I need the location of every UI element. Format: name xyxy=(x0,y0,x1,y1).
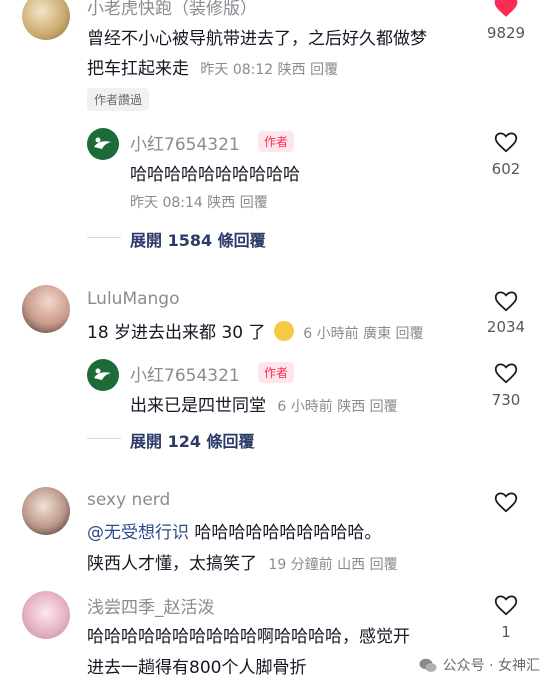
comment-text: 18 岁进去出来都 30 了 6 小時前 廣東 回覆 xyxy=(87,318,424,343)
heart-outline-icon[interactable] xyxy=(493,593,519,617)
expand-replies-button[interactable]: 展開 124 條回覆 xyxy=(130,428,255,452)
reply-username[interactable]: 小红7654321 xyxy=(130,130,240,155)
author-badge: 作者 xyxy=(258,362,295,383)
comment-username[interactable]: 浅尝四季_赵活泼 xyxy=(87,593,215,618)
avatar-logo-icon xyxy=(94,137,111,149)
avatar[interactable] xyxy=(22,285,70,333)
avatar[interactable] xyxy=(22,487,70,535)
comment-text: 曾经不小心被导航带进去了，之后好久都做梦 xyxy=(87,29,427,49)
reply-text-content: 出来已是四世同堂 xyxy=(130,396,266,416)
reply-meta[interactable]: 昨天 08:14 陕西 回覆 xyxy=(130,192,268,212)
heart-outline-icon[interactable] xyxy=(493,361,519,385)
heart-outline-icon[interactable] xyxy=(493,289,519,313)
expand-replies-button[interactable]: 展開 1584 條回覆 xyxy=(130,227,266,251)
emoji-icon xyxy=(273,321,294,341)
comment-username[interactable]: LuluMango xyxy=(87,289,180,309)
heart-outline-icon[interactable] xyxy=(493,490,519,514)
like-count: 602 xyxy=(491,160,521,178)
reply-meta[interactable]: 6 小時前 陕西 回覆 xyxy=(277,399,397,415)
like-count: 2034 xyxy=(486,318,526,336)
comment-text-line2: 把车扛起来走 xyxy=(87,59,189,79)
avatar[interactable] xyxy=(87,128,119,160)
comment-text: @无受想行识 哈哈哈哈哈哈哈哈哈哈。 xyxy=(87,518,381,543)
avatar[interactable] xyxy=(22,0,70,40)
watermark-text: 公众号 · 女神汇 xyxy=(442,658,540,674)
avatar[interactable] xyxy=(87,359,119,391)
like-count: 1 xyxy=(501,623,511,641)
comment-text: 哈哈哈哈哈哈哈哈哈哈啊哈哈哈哈，感觉开 xyxy=(87,627,410,647)
comment-text: 陕西人才懂，太搞笑了 19 分鐘前 山西 回覆 xyxy=(87,549,398,574)
heart-outline-icon[interactable] xyxy=(493,130,519,154)
like-count: 9829 xyxy=(486,24,526,42)
reply-text: 哈哈哈哈哈哈哈哈哈哈 xyxy=(130,165,300,185)
avatar-logo-icon xyxy=(94,368,111,380)
comment-text-line2: 陕西人才懂，太搞笑了 xyxy=(87,554,257,574)
heart-filled-icon[interactable] xyxy=(493,0,519,18)
comment-text: 把车扛起来走 昨天 08:12 陕西 回覆 xyxy=(87,54,338,79)
author-badge: 作者 xyxy=(258,131,295,152)
like-count: 730 xyxy=(491,391,521,409)
avatar[interactable] xyxy=(22,591,70,639)
comment-text: 进去一趟得有800个人脚骨折 xyxy=(87,658,307,678)
mention-link[interactable]: @无受想行识 xyxy=(87,523,189,543)
comment-text-content: 18 岁进去出来都 30 了 xyxy=(87,323,266,343)
divider xyxy=(87,237,121,238)
comment-username[interactable]: 小老虎快跑（装修版） xyxy=(87,0,257,19)
comment-meta[interactable]: 昨天 08:12 陕西 回覆 xyxy=(200,62,338,78)
divider xyxy=(87,438,121,439)
watermark: 公众号 · 女神汇 xyxy=(419,655,540,675)
comment-username[interactable]: sexy nerd xyxy=(87,490,170,510)
reply-username[interactable]: 小红7654321 xyxy=(130,361,240,386)
comment-text-content: 哈哈哈哈哈哈哈哈哈哈。 xyxy=(189,523,382,543)
reply-text: 出来已是四世同堂 6 小時前 陕西 回覆 xyxy=(130,391,398,416)
wechat-icon xyxy=(419,658,437,672)
comment-meta[interactable]: 19 分鐘前 山西 回覆 xyxy=(268,557,397,573)
comment-meta[interactable]: 6 小時前 廣東 回覆 xyxy=(303,326,423,342)
author-liked-tag: 作者讚過 xyxy=(87,88,150,111)
